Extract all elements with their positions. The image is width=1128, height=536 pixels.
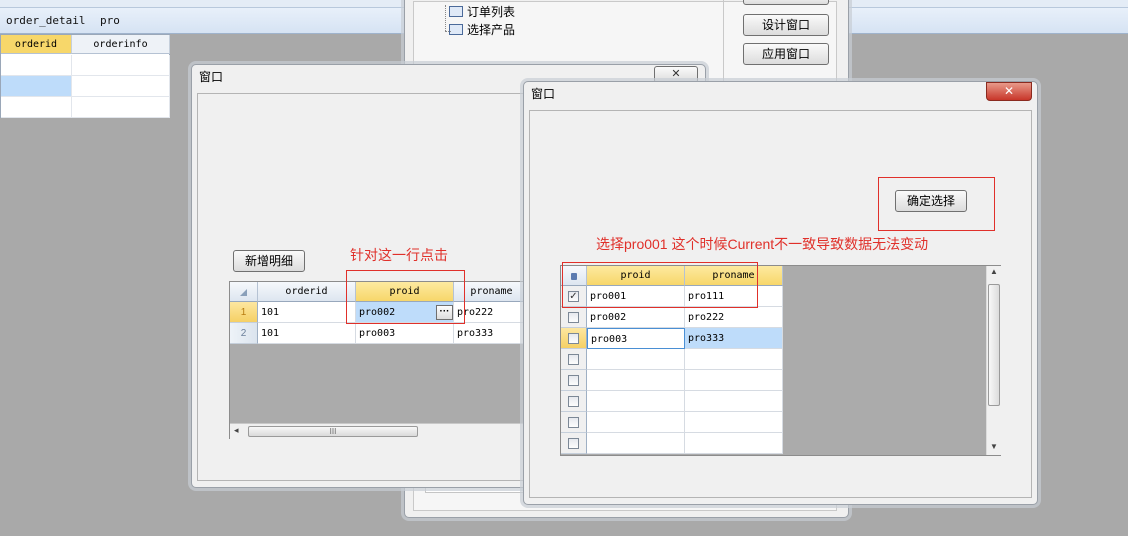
column-header-orderid[interactable]: orderid bbox=[1, 35, 72, 54]
table-cell[interactable] bbox=[587, 412, 685, 433]
window-title: 窗口 bbox=[199, 70, 224, 84]
row-checkbox-cell[interactable] bbox=[561, 391, 587, 412]
table-cell[interactable] bbox=[685, 433, 783, 454]
table-cell[interactable] bbox=[1, 55, 72, 76]
scroll-left-icon[interactable]: ◂ bbox=[234, 425, 239, 436]
tab-pro[interactable]: pro bbox=[100, 14, 120, 27]
row-checkbox[interactable] bbox=[568, 396, 579, 407]
column-header-orderinfo[interactable]: orderinfo bbox=[72, 35, 170, 54]
table-cell[interactable] bbox=[685, 349, 783, 370]
window-title: 窗口 bbox=[531, 87, 556, 101]
tree-item-order-list[interactable]: 订单列表 bbox=[449, 3, 515, 20]
table-cell[interactable] bbox=[1, 97, 72, 118]
annotation-box-row bbox=[562, 262, 758, 308]
row-number[interactable]: 2 bbox=[230, 323, 258, 344]
scroll-thumb[interactable]: III bbox=[248, 426, 418, 437]
close-icon: ✕ bbox=[1003, 84, 1015, 98]
tree-line bbox=[445, 5, 446, 31]
form-icon bbox=[449, 6, 463, 17]
window-close-button[interactable]: ✕ bbox=[986, 82, 1032, 101]
table-cell[interactable] bbox=[685, 370, 783, 391]
table-cell[interactable] bbox=[72, 76, 170, 97]
scroll-thumb[interactable] bbox=[988, 284, 1000, 406]
annotation-click-row: 针对这一行点击 bbox=[350, 247, 448, 263]
row-checkbox-cell[interactable] bbox=[561, 349, 587, 370]
tab-order-detail[interactable]: order_detail bbox=[6, 14, 85, 27]
horizontal-scrollbar[interactable]: ◂ III bbox=[230, 423, 530, 439]
grid-corner bbox=[230, 282, 258, 302]
design-window-button[interactable]: 设计窗口 bbox=[743, 14, 829, 36]
cell-proid[interactable]: pro002 bbox=[587, 307, 685, 328]
cell-orderid[interactable]: 101 bbox=[258, 302, 356, 323]
cell-proid-current[interactable]: pro003 bbox=[587, 328, 685, 349]
cell-proname-selected[interactable]: pro333 bbox=[685, 328, 783, 349]
cell-proname[interactable]: pro333 bbox=[454, 323, 530, 344]
table-cell[interactable] bbox=[587, 391, 685, 412]
row-checkbox-cell[interactable] bbox=[561, 307, 587, 328]
form-icon bbox=[449, 24, 463, 35]
scroll-down-icon[interactable]: ▼ bbox=[990, 442, 998, 451]
table-cell[interactable] bbox=[685, 412, 783, 433]
apply-window-button[interactable]: 应用窗口 bbox=[743, 43, 829, 65]
row-number[interactable]: 1 bbox=[230, 302, 258, 323]
annotation-box-confirm bbox=[878, 177, 995, 231]
table-cell-selected[interactable] bbox=[1, 76, 72, 97]
close-icon: ✕ bbox=[671, 68, 681, 80]
select-product-window: 窗口 ✕ 确定选择 选择pro001 这个时候Current不一致导致数据无法变… bbox=[523, 81, 1038, 505]
cell-proname[interactable]: pro222 bbox=[454, 302, 530, 323]
row-checkbox-cell[interactable] bbox=[561, 370, 587, 391]
column-header-proname[interactable]: proname bbox=[454, 282, 530, 302]
row-checkbox[interactable] bbox=[568, 438, 579, 449]
row-checkbox-cell[interactable] bbox=[561, 412, 587, 433]
row-checkbox[interactable] bbox=[568, 375, 579, 386]
background-order-grid: orderid orderinfo bbox=[0, 34, 170, 118]
row-checkbox[interactable] bbox=[568, 333, 579, 344]
annotation-current-mismatch: 选择pro001 这个时候Current不一致导致数据无法变动 bbox=[596, 236, 929, 252]
table-cell[interactable] bbox=[72, 97, 170, 118]
table-cell[interactable] bbox=[587, 370, 685, 391]
table-cell[interactable] bbox=[685, 391, 783, 412]
row-checkbox[interactable] bbox=[568, 417, 579, 428]
row-checkbox[interactable] bbox=[568, 354, 579, 365]
cell-proid[interactable]: pro003 bbox=[356, 323, 454, 344]
table-cell[interactable] bbox=[587, 349, 685, 370]
table-cell[interactable] bbox=[587, 433, 685, 454]
table-cell[interactable] bbox=[72, 55, 170, 76]
column-header-orderid[interactable]: orderid bbox=[258, 282, 356, 302]
tree-item-select-product[interactable]: 选择产品 bbox=[449, 21, 515, 38]
designer-top-button[interactable] bbox=[743, 0, 829, 5]
row-checkbox-cell-current[interactable] bbox=[561, 328, 587, 349]
select-all-icon bbox=[240, 289, 247, 296]
scroll-up-icon[interactable]: ▲ bbox=[990, 267, 998, 276]
add-detail-button[interactable]: 新增明细 bbox=[233, 250, 305, 272]
annotation-box-proid bbox=[346, 270, 465, 324]
cell-orderid[interactable]: 101 bbox=[258, 323, 356, 344]
row-checkbox[interactable] bbox=[568, 312, 579, 323]
tree-line bbox=[445, 31, 451, 32]
cell-proname[interactable]: pro222 bbox=[685, 307, 783, 328]
vertical-scrollbar[interactable]: ▲ ▼ bbox=[986, 266, 1001, 455]
row-checkbox-cell[interactable] bbox=[561, 433, 587, 454]
